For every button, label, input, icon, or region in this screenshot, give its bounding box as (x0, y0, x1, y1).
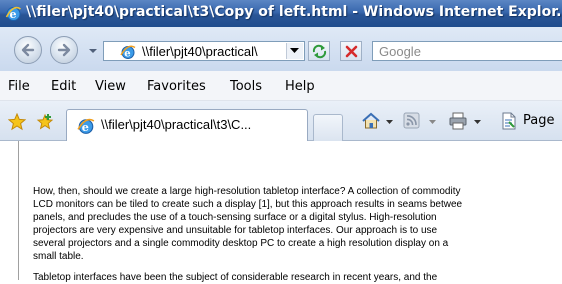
home-icon[interactable] (361, 112, 381, 130)
paragraph-line: several projectors and a single commodit… (33, 238, 449, 249)
menu-bar: File Edit View Favorites Tools Help (0, 71, 562, 101)
print-icon[interactable] (448, 112, 468, 130)
ie-page-icon: e (120, 45, 136, 60)
address-field[interactable]: \\filer\pjt40\practical\ (142, 43, 278, 60)
print-dropdown-icon[interactable] (474, 120, 481, 125)
tab-current-page[interactable]: e \\filer\pjt40\practical\t3\C... (66, 109, 308, 141)
page-menu-label[interactable]: Page (523, 113, 554, 128)
address-bar[interactable]: e \\filer\pjt40\practical\ (103, 41, 305, 61)
stop-button[interactable] (340, 41, 362, 61)
address-dropdown-button[interactable] (286, 43, 303, 59)
title-bar[interactable]: e \\filer\pjt40\practical\t3\Copy of lef… (0, 0, 562, 27)
navigation-bar: e \\filer\pjt40\practical\ Google (0, 27, 562, 71)
favorites-star-icon[interactable] (8, 113, 26, 131)
paragraph-line: panels, and precludes the use of a touch… (33, 212, 437, 223)
ie-page-icon: e (77, 118, 95, 134)
feeds-dropdown-icon[interactable] (429, 120, 436, 125)
ie-logo-icon: e (5, 6, 21, 21)
paragraph-line: Tabletop interfaces have been the subjec… (33, 272, 438, 283)
menu-favorites[interactable]: Favorites (147, 79, 206, 94)
paragraph-2: Tabletop interfaces have been the subjec… (33, 271, 562, 284)
recent-pages-dropdown-icon[interactable] (89, 47, 97, 55)
menu-help[interactable]: Help (285, 79, 315, 94)
feeds-icon[interactable] (403, 112, 420, 129)
content-border (18, 141, 19, 280)
search-placeholder: Google (379, 44, 421, 59)
tab-label: \\filer\pjt40\practical\t3\C... (101, 117, 252, 132)
forward-button[interactable] (50, 36, 78, 64)
add-favorites-icon[interactable] (36, 113, 54, 131)
menu-file[interactable]: File (8, 79, 30, 94)
window-title: \\filer\pjt40\practical\t3\Copy of left.… (26, 4, 562, 20)
search-input[interactable]: Google (372, 41, 562, 61)
paragraph-1: How, then, should we create a large high… (33, 185, 562, 263)
menu-tools[interactable]: Tools (230, 79, 262, 94)
paragraph-line: projectors are very expensive and unsuit… (33, 225, 438, 236)
menu-view[interactable]: View (95, 79, 126, 94)
refresh-icon (312, 44, 327, 59)
back-arrow-icon (21, 43, 35, 57)
stop-icon (345, 45, 358, 58)
page-content: How, then, should we create a large high… (0, 141, 562, 283)
paragraph-line: small table. (33, 251, 84, 262)
tab-bar: e \\filer\pjt40\practical\t3\C... Page (0, 101, 562, 141)
new-tab-button[interactable] (313, 114, 343, 141)
back-button[interactable] (14, 36, 42, 64)
refresh-button[interactable] (308, 41, 330, 61)
menu-edit[interactable]: Edit (51, 79, 76, 94)
chevron-down-icon (290, 48, 299, 53)
page-icon[interactable] (500, 112, 518, 130)
paragraph-line: LCD monitors can be tiled to create such… (33, 199, 463, 210)
home-dropdown-icon[interactable] (386, 120, 393, 125)
forward-arrow-icon (57, 43, 71, 57)
paragraph-line: How, then, should we create a large high… (33, 186, 461, 197)
